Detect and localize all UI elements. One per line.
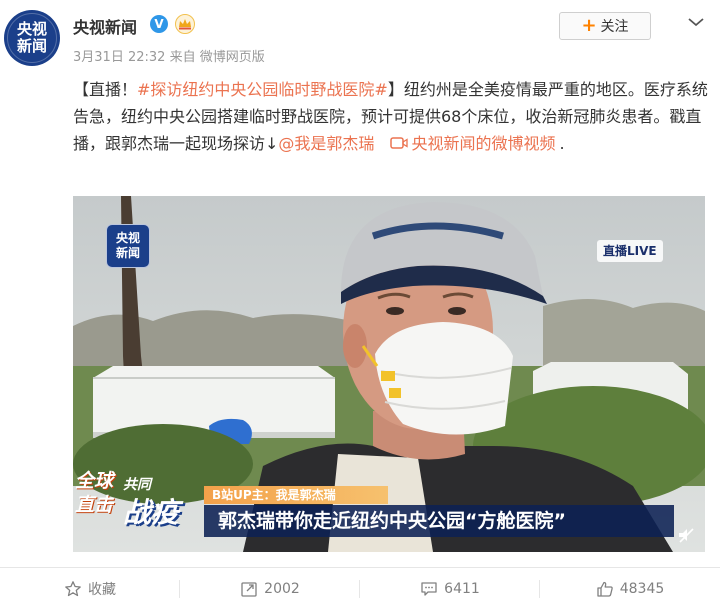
link-video-icon <box>389 137 408 149</box>
uploader-bar: B站UP主：我是郭杰瑞 <box>204 486 388 504</box>
follow-button[interactable]: + 关注 <box>559 12 651 40</box>
post-end: . <box>559 134 565 153</box>
crown-icon <box>175 14 195 34</box>
video-link-label: 央视新闻的微博视频 <box>411 134 556 153</box>
plus-icon: + <box>581 15 597 36</box>
channel-logo-line-1: 央视 <box>115 231 140 245</box>
video-player[interactable]: 央视 新闻 直播LIVE 全球 直击 共同 战疫 B站UP主：我是郭杰瑞 郭杰瑞… <box>73 196 705 552</box>
brand-small: 共同 <box>123 477 151 493</box>
post-meta: 3月31日 22:32 来自 微博网页版 <box>73 46 265 65</box>
program-brand: 全球 直击 共同 战疫 <box>75 470 195 540</box>
brand-line-1: 全球 <box>75 470 114 492</box>
source: 来自 微博网页版 <box>169 50 265 65</box>
like-button[interactable]: 48345 <box>540 568 720 610</box>
caption-bar: 郭杰瑞带你走近纽约中央公园“方舱医院” <box>204 505 674 537</box>
comment-button[interactable]: 6411 <box>360 568 540 610</box>
action-bar: 收藏 2002 6411 48345 <box>0 568 720 610</box>
avatar[interactable]: 央视 新闻 <box>4 10 60 66</box>
repost-count: 2002 <box>264 581 300 597</box>
mute-icon[interactable] <box>677 526 695 544</box>
star-icon <box>65 581 81 597</box>
timestamp[interactable]: 3月31日 22:32 <box>73 50 165 65</box>
like-count: 48345 <box>619 581 665 597</box>
mention-link[interactable]: @我是郭杰瑞 <box>278 134 374 153</box>
lower-third: 全球 直击 共同 战疫 B站UP主：我是郭杰瑞 郭杰瑞带你走近纽约中央公园“方舱… <box>73 468 705 552</box>
post-text: 【直播！#探访纽约中央公园临时野战医院#】纽约州是全美疫情最严重的地区。医疗系统… <box>73 76 713 157</box>
hashtag-link[interactable]: #探访纽约中央公园临时野战医院# <box>137 80 388 99</box>
live-badge: 直播LIVE <box>597 240 663 262</box>
favorite-label: 收藏 <box>88 582 116 598</box>
brand-line-2: 直击 <box>75 494 114 516</box>
thumbs-up-icon <box>597 581 613 597</box>
repost-button[interactable]: 2002 <box>180 568 360 610</box>
follow-label: 关注 <box>600 19 629 35</box>
chevron-down-icon[interactable] <box>685 14 707 30</box>
video-link[interactable]: 央视新闻的微博视频 <box>380 134 556 153</box>
channel-logo: 央视 新闻 <box>106 224 150 268</box>
favorite-button[interactable]: 收藏 <box>0 568 180 610</box>
brand-big: 战疫 <box>123 496 180 529</box>
channel-logo-line-2: 新闻 <box>115 246 140 260</box>
bracket-tag: 【直播！ <box>73 80 138 99</box>
verified-icon: V <box>150 15 168 33</box>
repost-icon <box>241 582 257 597</box>
author-name[interactable]: 央视新闻 <box>73 14 137 38</box>
comment-count: 6411 <box>444 581 480 597</box>
comment-icon <box>421 582 437 596</box>
post-header: 央视 新闻 央视新闻 V 3月31日 22:32 来自 微博网页版 + 关注 <box>0 0 720 72</box>
avatar-ring <box>7 13 57 63</box>
